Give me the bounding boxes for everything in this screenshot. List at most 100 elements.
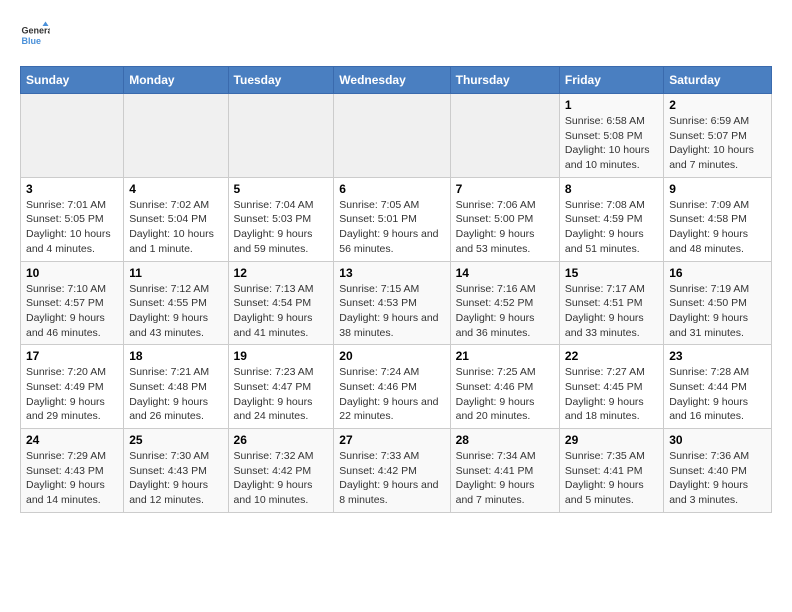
- day-info: Sunrise: 7:21 AM Sunset: 4:48 PM Dayligh…: [129, 365, 222, 424]
- calendar-cell: [124, 94, 228, 178]
- calendar-cell: 28 Sunrise: 7:34 AM Sunset: 4:41 PM Dayli…: [450, 429, 559, 513]
- calendar-cell: 19 Sunrise: 7:23 AM Sunset: 4:47 PM Dayli…: [228, 345, 334, 429]
- day-info: Sunrise: 7:06 AM Sunset: 5:00 PM Dayligh…: [456, 198, 554, 257]
- logo-icon: General Blue: [20, 20, 50, 50]
- calendar-cell: 20Sunrise: 7:24 AM Sunset: 4:46 PM Dayli…: [334, 345, 450, 429]
- calendar-week-row: 1Sunrise: 6:58 AM Sunset: 5:08 PM Daylig…: [21, 94, 772, 178]
- day-number: 5: [234, 182, 329, 196]
- day-info: Sunrise: 7:17 AM Sunset: 4:51 PM Dayligh…: [565, 282, 658, 341]
- day-number: 16: [669, 266, 766, 280]
- day-info: Sunrise: 7:16 AM Sunset: 4:52 PM Dayligh…: [456, 282, 554, 341]
- calendar-header-row: SundayMondayTuesdayWednesdayThursdayFrid…: [21, 67, 772, 94]
- calendar-cell: 10Sunrise: 7:10 AM Sunset: 4:57 PM Dayli…: [21, 261, 124, 345]
- calendar-cell: [450, 94, 559, 178]
- day-info: Sunrise: 7:28 AM Sunset: 4:44 PM Dayligh…: [669, 365, 766, 424]
- day-number: 22: [565, 349, 658, 363]
- page-header: General Blue: [20, 20, 772, 50]
- day-number: 11: [129, 266, 222, 280]
- calendar-week-row: 24 Sunrise: 7:29 AM Sunset: 4:43 PM Dayli…: [21, 429, 772, 513]
- calendar-cell: 7 Sunrise: 7:06 AM Sunset: 5:00 PM Daylig…: [450, 177, 559, 261]
- day-number: 7: [456, 182, 554, 196]
- day-number: 26: [234, 433, 329, 447]
- day-info: Sunrise: 7:09 AM Sunset: 4:58 PM Dayligh…: [669, 198, 766, 257]
- calendar-cell: 15 Sunrise: 7:17 AM Sunset: 4:51 PM Dayli…: [559, 261, 663, 345]
- day-number: 2: [669, 98, 766, 112]
- day-number: 15: [565, 266, 658, 280]
- day-header-saturday: Saturday: [664, 67, 772, 94]
- calendar-cell: 4 Sunrise: 7:02 AM Sunset: 5:04 PM Daylig…: [124, 177, 228, 261]
- day-number: 24: [26, 433, 118, 447]
- day-header-sunday: Sunday: [21, 67, 124, 94]
- day-number: 9: [669, 182, 766, 196]
- day-number: 29: [565, 433, 658, 447]
- calendar-cell: 8 Sunrise: 7:08 AM Sunset: 4:59 PM Daylig…: [559, 177, 663, 261]
- day-number: 6: [339, 182, 444, 196]
- day-info: Sunrise: 7:35 AM Sunset: 4:41 PM Dayligh…: [565, 449, 658, 508]
- calendar-table: SundayMondayTuesdayWednesdayThursdayFrid…: [20, 66, 772, 513]
- calendar-cell: 2 Sunrise: 6:59 AM Sunset: 5:07 PM Daylig…: [664, 94, 772, 178]
- day-info: Sunrise: 7:23 AM Sunset: 4:47 PM Dayligh…: [234, 365, 329, 424]
- day-info: Sunrise: 7:12 AM Sunset: 4:55 PM Dayligh…: [129, 282, 222, 341]
- calendar-cell: 30Sunrise: 7:36 AM Sunset: 4:40 PM Dayli…: [664, 429, 772, 513]
- day-info: Sunrise: 6:59 AM Sunset: 5:07 PM Dayligh…: [669, 114, 766, 173]
- calendar-cell: 24 Sunrise: 7:29 AM Sunset: 4:43 PM Dayli…: [21, 429, 124, 513]
- day-info: Sunrise: 7:25 AM Sunset: 4:46 PM Dayligh…: [456, 365, 554, 424]
- day-number: 13: [339, 266, 444, 280]
- day-info: Sunrise: 7:15 AM Sunset: 4:53 PM Dayligh…: [339, 282, 444, 341]
- calendar-cell: [21, 94, 124, 178]
- calendar-cell: 17 Sunrise: 7:20 AM Sunset: 4:49 PM Dayli…: [21, 345, 124, 429]
- day-header-friday: Friday: [559, 67, 663, 94]
- day-info: Sunrise: 7:02 AM Sunset: 5:04 PM Dayligh…: [129, 198, 222, 257]
- calendar-cell: 23 Sunrise: 7:28 AM Sunset: 4:44 PM Dayli…: [664, 345, 772, 429]
- day-info: Sunrise: 7:24 AM Sunset: 4:46 PM Dayligh…: [339, 365, 444, 424]
- day-info: Sunrise: 7:08 AM Sunset: 4:59 PM Dayligh…: [565, 198, 658, 257]
- calendar-cell: 22Sunrise: 7:27 AM Sunset: 4:45 PM Dayli…: [559, 345, 663, 429]
- day-number: 25: [129, 433, 222, 447]
- day-info: Sunrise: 7:29 AM Sunset: 4:43 PM Dayligh…: [26, 449, 118, 508]
- calendar-cell: [334, 94, 450, 178]
- day-info: Sunrise: 7:30 AM Sunset: 4:43 PM Dayligh…: [129, 449, 222, 508]
- day-info: Sunrise: 7:05 AM Sunset: 5:01 PM Dayligh…: [339, 198, 444, 257]
- day-number: 23: [669, 349, 766, 363]
- day-number: 27: [339, 433, 444, 447]
- day-header-wednesday: Wednesday: [334, 67, 450, 94]
- day-number: 10: [26, 266, 118, 280]
- day-info: Sunrise: 7:33 AM Sunset: 4:42 PM Dayligh…: [339, 449, 444, 508]
- calendar-week-row: 3 Sunrise: 7:01 AM Sunset: 5:05 PM Daylig…: [21, 177, 772, 261]
- day-info: Sunrise: 7:13 AM Sunset: 4:54 PM Dayligh…: [234, 282, 329, 341]
- calendar-week-row: 10Sunrise: 7:10 AM Sunset: 4:57 PM Dayli…: [21, 261, 772, 345]
- day-header-thursday: Thursday: [450, 67, 559, 94]
- day-number: 14: [456, 266, 554, 280]
- svg-text:Blue: Blue: [22, 36, 42, 46]
- svg-text:General: General: [22, 26, 51, 36]
- day-number: 1: [565, 98, 658, 112]
- day-number: 17: [26, 349, 118, 363]
- calendar-cell: 13 Sunrise: 7:15 AM Sunset: 4:53 PM Dayli…: [334, 261, 450, 345]
- day-info: Sunrise: 7:20 AM Sunset: 4:49 PM Dayligh…: [26, 365, 118, 424]
- day-info: Sunrise: 7:01 AM Sunset: 5:05 PM Dayligh…: [26, 198, 118, 257]
- day-number: 4: [129, 182, 222, 196]
- day-info: Sunrise: 7:34 AM Sunset: 4:41 PM Dayligh…: [456, 449, 554, 508]
- day-header-monday: Monday: [124, 67, 228, 94]
- day-number: 8: [565, 182, 658, 196]
- day-info: Sunrise: 7:32 AM Sunset: 4:42 PM Dayligh…: [234, 449, 329, 508]
- calendar-cell: 21 Sunrise: 7:25 AM Sunset: 4:46 PM Dayli…: [450, 345, 559, 429]
- day-header-tuesday: Tuesday: [228, 67, 334, 94]
- calendar-cell: 11 Sunrise: 7:12 AM Sunset: 4:55 PM Dayli…: [124, 261, 228, 345]
- calendar-cell: 27 Sunrise: 7:33 AM Sunset: 4:42 PM Dayli…: [334, 429, 450, 513]
- day-number: 3: [26, 182, 118, 196]
- day-number: 19: [234, 349, 329, 363]
- day-info: Sunrise: 7:36 AM Sunset: 4:40 PM Dayligh…: [669, 449, 766, 508]
- calendar-cell: 26 Sunrise: 7:32 AM Sunset: 4:42 PM Dayli…: [228, 429, 334, 513]
- calendar-cell: 16 Sunrise: 7:19 AM Sunset: 4:50 PM Dayli…: [664, 261, 772, 345]
- calendar-cell: 6 Sunrise: 7:05 AM Sunset: 5:01 PM Daylig…: [334, 177, 450, 261]
- calendar-cell: 29 Sunrise: 7:35 AM Sunset: 4:41 PM Dayli…: [559, 429, 663, 513]
- day-number: 18: [129, 349, 222, 363]
- calendar-cell: 3 Sunrise: 7:01 AM Sunset: 5:05 PM Daylig…: [21, 177, 124, 261]
- day-number: 28: [456, 433, 554, 447]
- day-number: 12: [234, 266, 329, 280]
- day-number: 21: [456, 349, 554, 363]
- day-info: Sunrise: 7:19 AM Sunset: 4:50 PM Dayligh…: [669, 282, 766, 341]
- calendar-cell: [228, 94, 334, 178]
- calendar-cell: 1Sunrise: 6:58 AM Sunset: 5:08 PM Daylig…: [559, 94, 663, 178]
